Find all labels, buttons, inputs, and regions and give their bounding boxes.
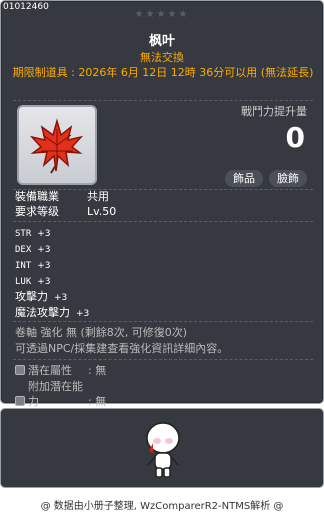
job-label: 裝備職業 — [15, 190, 59, 203]
stat-row-attack: 攻擊力 +3 — [15, 290, 67, 305]
stat-value: +3 — [37, 261, 51, 271]
additional-potential-label: 附加潛在能力 — [28, 380, 83, 408]
maple-leaf-icon — [29, 118, 84, 174]
stat-name: DEX — [15, 245, 32, 255]
time-limit-notice: 期限制道具 : 2026年 6月 12日 12時 36分可以用 (無法延長) — [12, 66, 314, 79]
stat-name: LUK — [15, 277, 32, 287]
star-rating: ★★★★★ — [134, 9, 190, 20]
potential-checkbox-icon — [15, 365, 25, 375]
stat-row-dex: DEX +3 — [15, 243, 51, 257]
level-label: 要求等级 — [15, 205, 59, 218]
job-requirement-row: 裝備職業 共用 — [15, 189, 109, 204]
item-name: 枫叶 — [148, 34, 175, 49]
level-value: Lv.50 — [87, 205, 117, 218]
stat-value: +3 — [54, 293, 68, 303]
additional-potential-value: : 無 — [88, 395, 107, 408]
potential-row: 潛在屬性 : 無 — [15, 363, 106, 378]
level-requirement-row: 要求等级 Lv.50 — [15, 204, 116, 219]
stat-name: 攻擊力 — [15, 290, 48, 303]
stat-row-luk: LUK +3 — [15, 275, 51, 289]
divider — [13, 359, 313, 360]
stat-value: +3 — [37, 277, 51, 287]
stat-value: +3 — [37, 245, 51, 255]
category-tag-jewelry: 飾品 — [225, 170, 263, 187]
stat-name: 魔法攻擊力 — [15, 306, 70, 319]
stat-name: STR — [15, 229, 32, 239]
stat-value: +3 — [37, 229, 51, 239]
potential-label: 潛在屬性 — [28, 364, 72, 377]
divider — [13, 100, 313, 101]
character-preview-panel — [0, 408, 324, 488]
category-tag-face: 臉飾 — [269, 170, 307, 187]
additional-potential-row: 附加潛在能力 : 無 — [15, 379, 106, 409]
power-increase-value: 0 — [285, 121, 305, 154]
stat-row-int: INT +3 — [15, 259, 51, 273]
additional-potential-checkbox-icon — [15, 396, 25, 406]
divider — [13, 321, 313, 322]
divider — [13, 221, 313, 222]
character-avatar-icon — [146, 422, 180, 478]
stat-row-str: STR +3 — [15, 227, 51, 241]
enhance-help-text: 可透過NPC/採集建查看強化資訊詳細內容。 — [15, 342, 229, 355]
power-increase-label: 戰鬥力提升量 — [241, 105, 307, 118]
potential-value: : 無 — [88, 364, 107, 377]
item-icon-frame — [17, 105, 97, 185]
stat-name: INT — [15, 261, 32, 271]
stat-row-magic-attack: 魔法攻擊力 +3 — [15, 306, 89, 321]
scroll-enhance-info: 卷軸 強化 無 (剩餘8次, 可修復0次) — [15, 326, 188, 339]
item-tooltip: 01012460 ★★★★★ 枫叶 無法交換 期限制道具 : 2026年 6月 … — [0, 0, 324, 408]
job-value: 共用 — [87, 190, 109, 203]
untradeable-notice: 無法交換 — [140, 51, 184, 64]
footer-credit: @ 数据由小册子整理, WzComparerR2-NTMS解析 @ — [40, 501, 284, 512]
stat-value: +3 — [76, 309, 90, 319]
